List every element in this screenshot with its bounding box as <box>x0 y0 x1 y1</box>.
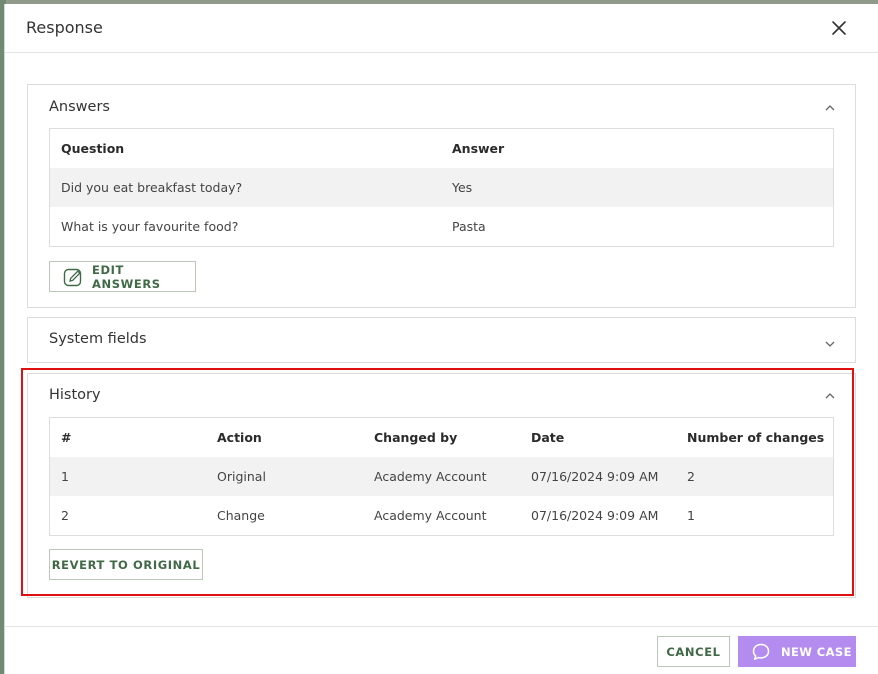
history-collapse-toggle[interactable] <box>824 387 836 399</box>
column-header-answer: Answer <box>452 141 505 156</box>
column-header-question: Question <box>61 141 125 156</box>
chevron-down-icon <box>825 341 835 347</box>
chat-bubble-icon <box>751 642 771 662</box>
dialog-footer: CANCEL NEW CASE <box>5 626 878 674</box>
dialog-title: Response <box>26 18 103 37</box>
new-case-button[interactable]: NEW CASE <box>738 636 856 667</box>
history-changes-count-cell: 1 <box>687 508 695 523</box>
answers-panel: Answers Question Answer Did you eat brea… <box>27 84 856 308</box>
column-header-date: Date <box>531 430 565 445</box>
table-header-row: # Action Changed by Date Number of chang… <box>50 418 833 457</box>
revert-to-original-label: REVERT TO ORIGINAL <box>51 557 201 572</box>
system-fields-panel: System fields <box>27 317 856 363</box>
column-header-action: Action <box>217 430 262 445</box>
history-changed-by-cell: Academy Account <box>374 508 487 523</box>
history-number-cell: 1 <box>61 469 69 484</box>
history-date-cell: 07/16/2024 9:09 AM <box>531 469 659 484</box>
chevron-up-icon <box>825 105 835 111</box>
history-date-cell: 07/16/2024 9:09 AM <box>531 508 659 523</box>
table-row: What is your favourite food? Pasta <box>50 207 833 246</box>
edit-answers-label: EDIT ANSWERS <box>92 262 161 291</box>
close-button[interactable] <box>828 17 850 39</box>
response-dialog: Response Answers Question Answer Did you… <box>4 4 878 674</box>
column-header-changed-by: Changed by <box>374 430 458 445</box>
history-panel-title[interactable]: History <box>49 387 101 403</box>
history-action-cell: Original <box>217 469 266 484</box>
dialog-header: Response <box>5 4 878 53</box>
answer-cell: Pasta <box>452 219 486 234</box>
column-header-number-of-changes: Number of changes <box>687 430 825 445</box>
history-changed-by-cell: Academy Account <box>374 469 487 484</box>
question-cell: What is your favourite food? <box>61 219 239 234</box>
close-icon <box>832 21 846 35</box>
cancel-button[interactable]: CANCEL <box>657 636 730 667</box>
history-action-cell: Change <box>217 508 265 523</box>
table-row: 2 Change Academy Account 07/16/2024 9:09… <box>50 496 833 535</box>
new-case-label: NEW CASE <box>781 644 852 659</box>
table-row: Did you eat breakfast today? Yes <box>50 168 833 207</box>
history-panel: History # Action Changed by Date Number … <box>27 373 856 598</box>
answer-cell: Yes <box>452 180 473 195</box>
system-fields-expand-toggle[interactable] <box>824 335 836 347</box>
table-row: 1 Original Academy Account 07/16/2024 9:… <box>50 457 833 496</box>
revert-to-original-button[interactable]: REVERT TO ORIGINAL <box>49 549 203 580</box>
answers-panel-title[interactable]: Answers <box>49 99 110 115</box>
table-header-row: Question Answer <box>50 129 833 168</box>
answers-collapse-toggle[interactable] <box>824 99 836 111</box>
history-changes-count-cell: 2 <box>687 469 695 484</box>
edit-icon <box>62 266 84 288</box>
cancel-label: CANCEL <box>666 644 721 659</box>
chevron-up-icon <box>825 393 835 399</box>
answers-table: Question Answer Did you eat breakfast to… <box>49 128 834 247</box>
edit-answers-button[interactable]: EDIT ANSWERS <box>49 261 196 292</box>
system-fields-panel-title[interactable]: System fields <box>49 331 147 347</box>
history-number-cell: 2 <box>61 508 69 523</box>
question-cell: Did you eat breakfast today? <box>61 180 243 195</box>
history-table: # Action Changed by Date Number of chang… <box>49 417 834 536</box>
column-header-number: # <box>61 430 72 445</box>
